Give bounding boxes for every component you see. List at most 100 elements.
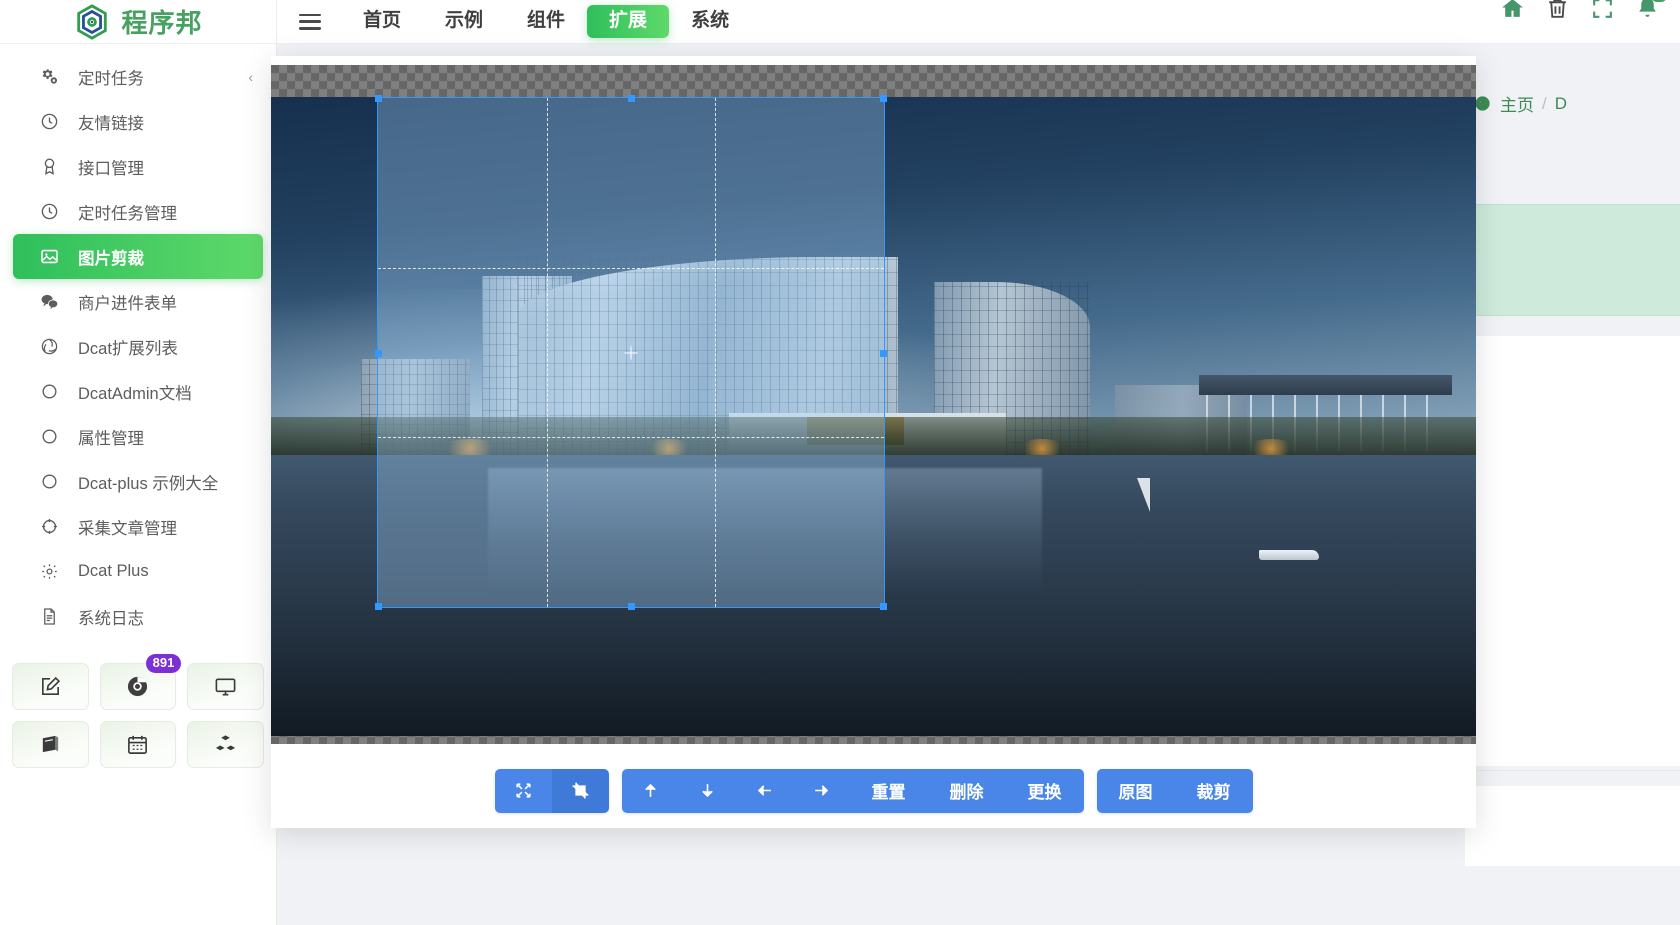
crop-button[interactable]: 裁剪 (1174, 768, 1253, 813)
crop-handle-e[interactable] (880, 349, 887, 357)
top-navbar: 首页 示例 组件 扩展 系统 (277, 0, 1680, 44)
crop-center-marker (624, 346, 638, 359)
award-icon (40, 157, 59, 176)
tab-system[interactable]: 系统 (669, 5, 751, 38)
sidebar-item-dcat-plus-examples[interactable]: Dcat-plus 示例大全 (13, 459, 263, 504)
app-root: 主页 / D 首页 示例 组件 扩展 系统 程序邦 定时任务 ‹ 友情链接 接口… (0, 0, 1680, 925)
sidebar-item-system-log[interactable]: 系统日志 (13, 594, 263, 639)
sidebar-item-merchant-form[interactable]: 商户进件表单 (13, 279, 263, 324)
circle-icon (40, 472, 59, 491)
breadcrumb: 主页 / D (1473, 91, 1567, 116)
sidebar-item-label: Dcat Plus (78, 562, 149, 580)
move-mode-button[interactable] (494, 768, 552, 813)
arrow-right-button[interactable] (792, 768, 850, 813)
monitor-icon-button[interactable] (187, 663, 264, 710)
cubes-icon-button[interactable] (187, 721, 264, 768)
fullscreen-icon[interactable] (1590, 0, 1615, 21)
original-image-button[interactable]: 原图 (1096, 768, 1175, 813)
crop-handle-s[interactable] (628, 603, 635, 610)
top-nav-items: 首页 示例 组件 扩展 系统 (341, 5, 751, 38)
arrow-left-button[interactable] (735, 768, 793, 813)
crop-handle-ne[interactable] (880, 95, 887, 102)
brand-header[interactable]: 程序邦 (0, 0, 276, 44)
sidebar-item-label: 系统日志 (78, 609, 144, 628)
sidebar-item-friend-links[interactable]: 友情链接 (13, 99, 263, 144)
edit-square-icon (39, 675, 62, 698)
cropper-canvas[interactable] (271, 65, 1476, 744)
sidebar-item-dcat-extension-list[interactable]: Dcat扩展列表 (13, 324, 263, 369)
alert-card (1465, 204, 1680, 316)
brand-name: 程序邦 (121, 8, 203, 38)
crop-handle-w[interactable] (375, 349, 382, 357)
crop-selection-box[interactable] (375, 95, 887, 610)
tab-extensions[interactable]: 扩展 (587, 5, 670, 38)
edit-square-icon-button[interactable] (12, 663, 89, 710)
tab-examples[interactable]: 示例 (423, 5, 505, 38)
crop-output-group: 原图 裁剪 (1096, 768, 1253, 813)
content-card (1465, 336, 1680, 766)
sidebar-item-dcat-plus[interactable]: Dcat Plus (13, 549, 263, 594)
sidebar-item-dcatadmin-docs[interactable]: DcatAdmin文档 (13, 369, 263, 414)
sidebar-item-label: 图片剪裁 (78, 249, 144, 268)
sidebar-item-scheduled-task-management[interactable]: 定时任务管理 (13, 189, 263, 234)
content-card-footer (1465, 786, 1680, 866)
chevron-left-icon[interactable]: ‹ (248, 70, 253, 84)
circle-icon (40, 382, 59, 401)
image-cropper-modal: 重置 删除 更换 原图 裁剪 (271, 56, 1476, 828)
trash-icon[interactable] (1545, 0, 1570, 21)
chrome-icon-button[interactable]: 891 (99, 654, 182, 710)
crop-mode-group (494, 768, 609, 813)
calendar-icon-button[interactable] (99, 721, 177, 768)
sidebar-item-article-collection[interactable]: 采集文章管理 (13, 504, 263, 549)
bell-icon[interactable]: 5 (1635, 0, 1667, 21)
breadcrumb-current: D (1554, 93, 1568, 113)
sidebar-item-label: 定时任务 (78, 69, 144, 88)
crop-handle-se[interactable] (880, 603, 887, 610)
crop-handle-n[interactable] (628, 95, 635, 102)
home-icon[interactable] (1500, 0, 1525, 21)
crosshair-icon (40, 517, 59, 536)
aperture-icon (40, 337, 59, 356)
crop-mode-button[interactable] (551, 768, 609, 813)
photo-yacht (1259, 550, 1320, 561)
sidebar-item-image-crop[interactable]: 图片剪裁 (13, 234, 263, 279)
cropper-toolbar: 重置 删除 更换 原图 裁剪 (271, 753, 1476, 828)
sidebar-item-label: Dcat扩展列表 (78, 339, 178, 358)
clock-icon (40, 112, 59, 131)
sidebar-item-label: 接口管理 (78, 159, 144, 178)
sidebar-item-attribute-management[interactable]: 属性管理 (13, 414, 263, 459)
chrome-badge: 891 (145, 654, 182, 673)
sidebar-item-label: 采集文章管理 (78, 519, 177, 538)
arrow-up-button[interactable] (621, 768, 679, 813)
sidebar-item-label: 定时任务管理 (78, 204, 177, 223)
replace-button[interactable]: 更换 (1005, 768, 1084, 813)
arrow-down-button[interactable] (678, 768, 736, 813)
crop-handle-nw[interactable] (375, 95, 382, 102)
cogs-icon (40, 67, 59, 86)
sidebar-item-label: 商户进件表单 (78, 294, 177, 313)
book-icon (39, 733, 62, 756)
sidebar-item-api-management[interactable]: 接口管理 (13, 144, 263, 189)
chrome-icon (126, 675, 149, 698)
crop-actions-group: 重置 删除 更换 (621, 768, 1084, 813)
tab-home[interactable]: 首页 (341, 5, 423, 38)
breadcrumb-home[interactable]: 主页 (1500, 91, 1534, 116)
hamburger-icon[interactable] (299, 13, 321, 30)
book-icon-button[interactable] (12, 721, 89, 768)
clock-icon (40, 202, 59, 221)
photo-sailboat (1133, 478, 1150, 513)
sidebar-item-scheduled-task[interactable]: 定时任务 ‹ (13, 54, 263, 99)
circle-icon (40, 427, 59, 446)
image-icon (40, 247, 59, 266)
file-icon (40, 607, 59, 626)
crop-handle-sw[interactable] (375, 603, 382, 610)
cubes-icon (214, 733, 237, 756)
reset-button[interactable]: 重置 (849, 768, 928, 813)
delete-button[interactable]: 删除 (927, 768, 1006, 813)
hexagon-logo-icon (73, 3, 111, 41)
sidebar-item-label: 属性管理 (78, 429, 144, 448)
tab-components[interactable]: 组件 (505, 5, 587, 38)
monitor-icon (214, 675, 237, 698)
breadcrumb-separator: / (1542, 93, 1547, 113)
sidebar: 程序邦 定时任务 ‹ 友情链接 接口管理 定时任务管理 图片剪裁 商户进件表单 … (0, 0, 277, 925)
